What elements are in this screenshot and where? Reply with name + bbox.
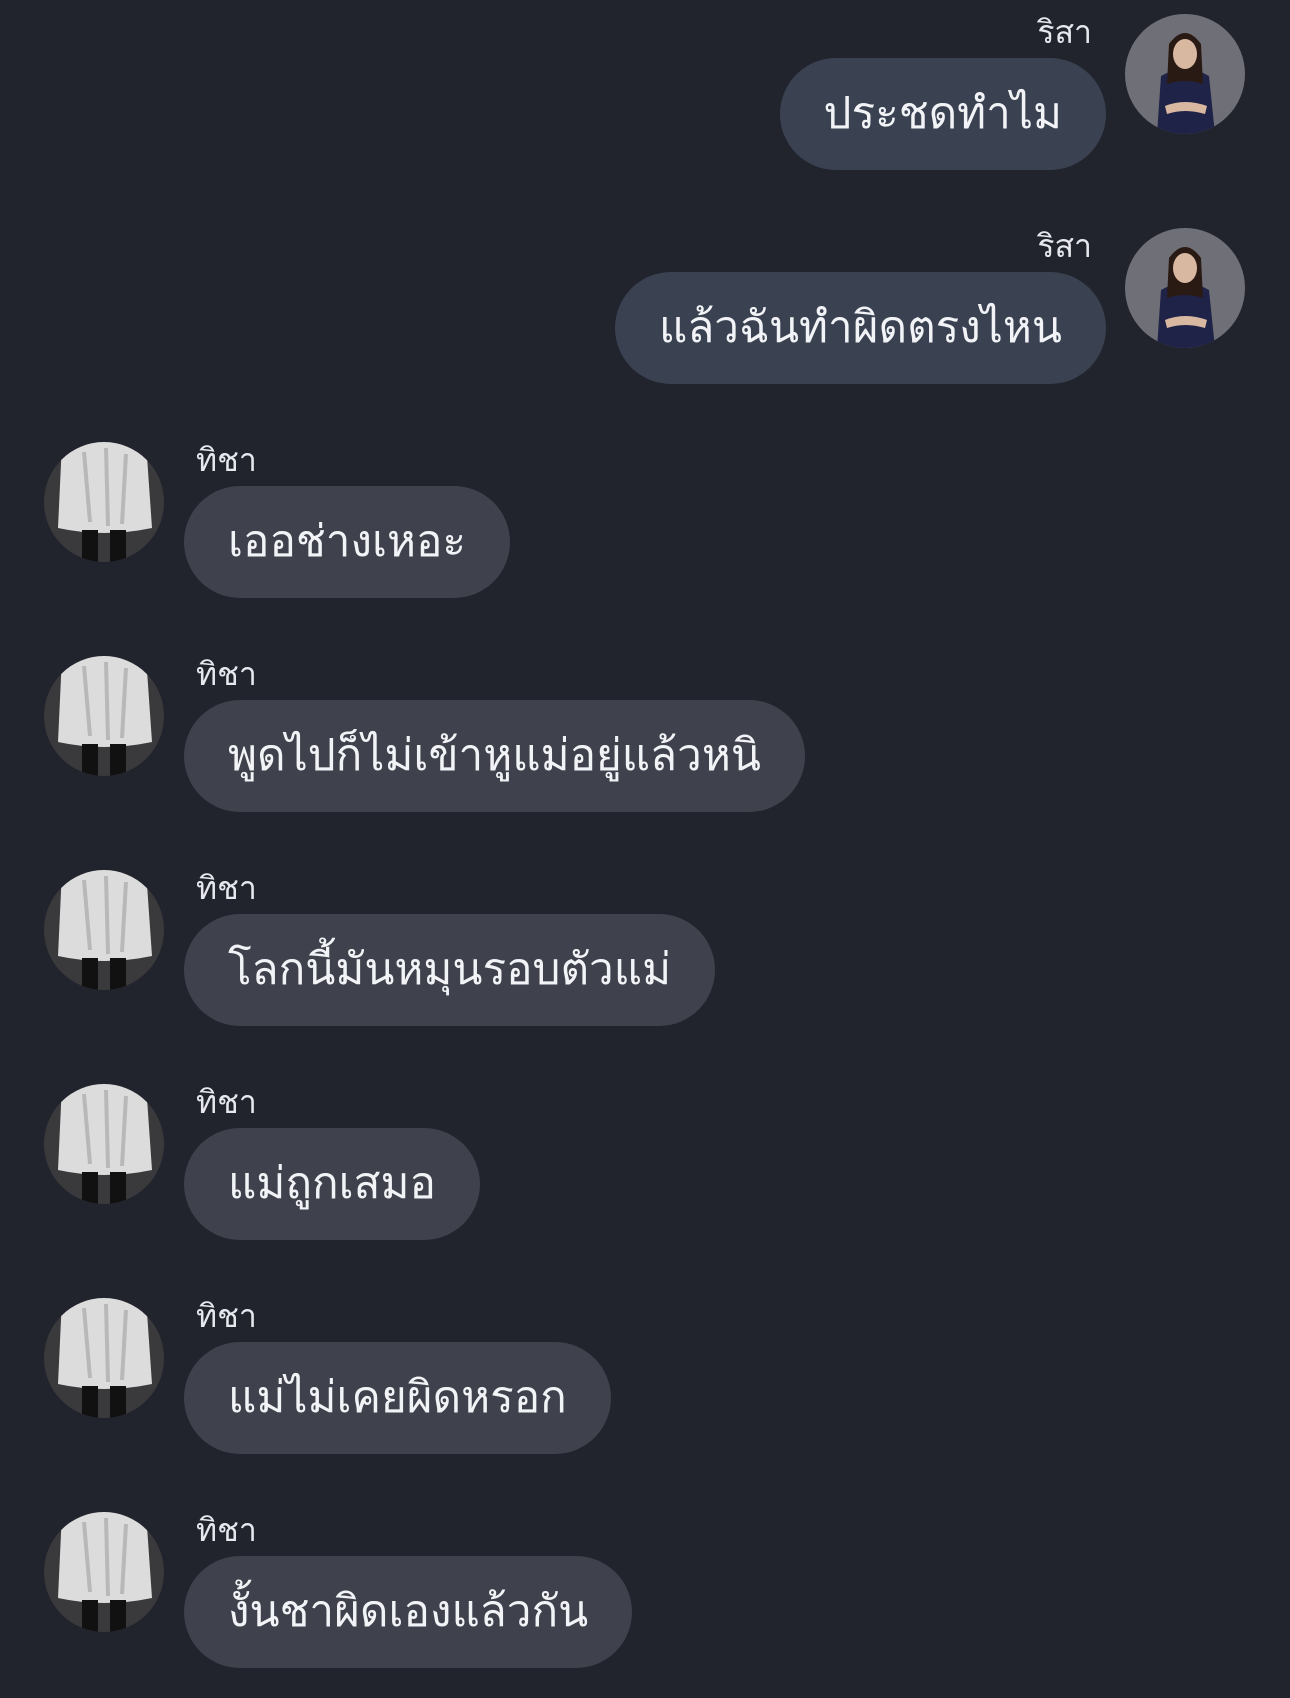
message-bubble[interactable]: ประชดทำไม: [779, 58, 1106, 170]
message-bubble[interactable]: เออช่างเหอะ: [184, 486, 511, 598]
sender-name: ริสา: [1037, 13, 1092, 51]
sender-avatar[interactable]: [44, 1512, 164, 1632]
message-row: ริสา ประชดทำไม: [0, 0, 1290, 200]
sender-name: ทิชา: [196, 1511, 257, 1549]
sender-avatar[interactable]: [44, 442, 164, 562]
message-bubble[interactable]: แล้วฉันทำผิดตรงไหน: [614, 272, 1106, 384]
avatar-white-shirt-image: [44, 1084, 164, 1204]
sender-avatar[interactable]: [44, 1298, 164, 1418]
sender-name: ทิชา: [196, 441, 257, 479]
message-row: ริสา แล้วฉันทำผิดตรงไหน: [0, 214, 1290, 414]
avatar-white-shirt-image: [44, 870, 164, 990]
avatar-white-shirt-image: [44, 442, 164, 562]
sender-avatar[interactable]: [1125, 228, 1245, 348]
avatar-woman-navy-top-image: [1125, 14, 1245, 134]
message-row: ทิชา แม่ไม่เคยผิดหรอก: [0, 1284, 1290, 1484]
avatar-white-shirt-image: [44, 1512, 164, 1632]
sender-avatar[interactable]: [44, 1084, 164, 1204]
sender-avatar[interactable]: [44, 870, 164, 990]
chat-thread: ริสา ประชดทำไม ริสา แล้วฉันทำผิดตรงไหน ท…: [0, 0, 1290, 1694]
message-row: ทิชา เออช่างเหอะ: [0, 428, 1290, 628]
sender-avatar[interactable]: [1125, 14, 1245, 134]
sender-name: ทิชา: [196, 1297, 257, 1335]
message-bubble[interactable]: แม่ถูกเสมอ: [184, 1128, 480, 1240]
message-row: ทิชา โลกนี้มันหมุนรอบตัวแม่: [0, 856, 1290, 1056]
message-row: ทิชา งั้นชาผิดเองแล้วกัน: [0, 1498, 1290, 1698]
sender-name: ทิชา: [196, 869, 257, 907]
sender-name: ริสา: [1037, 227, 1092, 265]
avatar-white-shirt-image: [44, 656, 164, 776]
message-row: ทิชา พูดไปก็ไม่เข้าหูแม่อยู่แล้วหนิ: [0, 642, 1290, 842]
sender-avatar[interactable]: [44, 656, 164, 776]
message-bubble[interactable]: พูดไปก็ไม่เข้าหูแม่อยู่แล้วหนิ: [184, 700, 805, 812]
message-row: ทิชา แม่ถูกเสมอ: [0, 1070, 1290, 1270]
message-bubble[interactable]: แม่ไม่เคยผิดหรอก: [184, 1342, 611, 1454]
sender-name: ทิชา: [196, 655, 257, 693]
sender-name: ทิชา: [196, 1083, 257, 1121]
message-bubble[interactable]: โลกนี้มันหมุนรอบตัวแม่: [184, 914, 716, 1026]
avatar-white-shirt-image: [44, 1298, 164, 1418]
message-bubble[interactable]: งั้นชาผิดเองแล้วกัน: [184, 1556, 633, 1668]
avatar-woman-navy-top-image: [1125, 228, 1245, 348]
